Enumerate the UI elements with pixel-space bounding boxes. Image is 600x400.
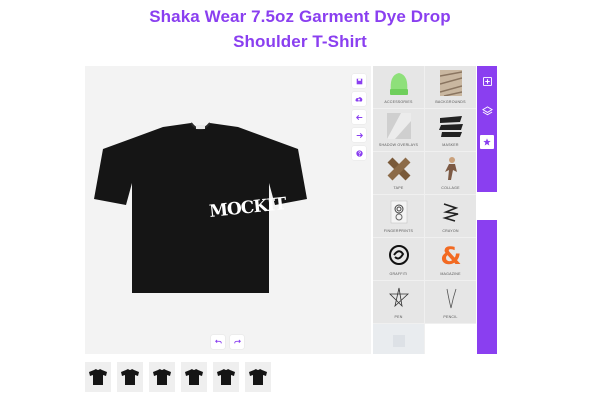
t-shirt-icon bbox=[217, 369, 235, 385]
assets-panel: ACCESSORIES BACKGROUNDS SHADOW OVERLAYS … bbox=[373, 66, 476, 354]
side-rail bbox=[477, 66, 497, 354]
t-shirt-icon bbox=[89, 369, 107, 385]
panel-empty-cell bbox=[425, 324, 476, 354]
category-tape[interactable]: TAPE bbox=[373, 152, 424, 194]
shadow-icon bbox=[386, 113, 411, 139]
graffiti-icon bbox=[388, 245, 409, 265]
category-magazine[interactable]: & MAGAZINE bbox=[425, 238, 476, 280]
move-right-button[interactable] bbox=[352, 128, 366, 142]
product-thumbnail[interactable] bbox=[245, 362, 271, 392]
upload-button[interactable] bbox=[352, 92, 366, 106]
category-label: PEN bbox=[394, 315, 403, 319]
category-graffiti[interactable]: GRAFFITI bbox=[373, 238, 424, 280]
t-shirt-icon bbox=[153, 369, 171, 385]
arrow-left-icon bbox=[355, 114, 362, 120]
redo-icon bbox=[233, 339, 241, 344]
category-label: MASKER bbox=[442, 143, 459, 147]
beanie-icon bbox=[389, 73, 408, 95]
t-shirt-icon bbox=[249, 369, 267, 385]
cloud-upload-icon bbox=[355, 96, 363, 101]
category-label: CRAYON bbox=[442, 229, 459, 233]
category-pencil[interactable]: PENCIL bbox=[425, 281, 476, 323]
add-button[interactable] bbox=[480, 74, 494, 88]
category-label: GRAFFITI bbox=[389, 272, 408, 276]
category-more[interactable] bbox=[373, 324, 424, 354]
t-shirt-icon bbox=[185, 369, 203, 385]
undo-icon bbox=[214, 339, 222, 344]
save-icon bbox=[356, 78, 362, 84]
product-title-line-2: Shoulder T-Shirt bbox=[233, 32, 367, 51]
arrow-right-icon bbox=[356, 132, 363, 138]
category-accessories[interactable]: ACCESSORIES bbox=[373, 66, 424, 108]
save-button[interactable] bbox=[352, 74, 366, 88]
category-label: FINGERPRINTS bbox=[383, 229, 414, 233]
t-shirt-icon bbox=[121, 369, 139, 385]
layers-icon bbox=[481, 105, 493, 115]
category-label: COLLAGE bbox=[441, 186, 460, 190]
help-button[interactable] bbox=[352, 146, 366, 160]
product-thumbnail[interactable] bbox=[149, 362, 175, 392]
placeholder-icon bbox=[392, 335, 405, 347]
pen-star-icon bbox=[388, 287, 409, 308]
category-label: SHADOW OVERLAYS bbox=[378, 143, 419, 147]
category-crayon[interactable]: CRAYON bbox=[425, 195, 476, 237]
product-thumbnail[interactable] bbox=[181, 362, 207, 392]
category-label: TAPE bbox=[393, 186, 404, 190]
product-thumbnails bbox=[85, 362, 271, 392]
favorites-button[interactable] bbox=[480, 135, 494, 149]
category-collage[interactable]: COLLAGE bbox=[425, 152, 476, 194]
texture-icon bbox=[439, 70, 462, 96]
undo-button[interactable] bbox=[211, 335, 225, 349]
rail-divider bbox=[477, 192, 497, 220]
ampersand-icon: & bbox=[440, 242, 461, 268]
brush-strokes-icon bbox=[438, 116, 463, 137]
fingerprint-icon bbox=[390, 200, 407, 224]
category-label: BACKGROUNDS bbox=[435, 100, 466, 104]
scribble-icon bbox=[441, 203, 458, 222]
add-icon bbox=[482, 76, 492, 86]
star-icon bbox=[483, 138, 491, 146]
product-title-line-1: Shaka Wear 7.5oz Garment Dye Drop bbox=[149, 7, 451, 26]
svg-text:&: & bbox=[440, 242, 461, 268]
product-title: Shaka Wear 7.5oz Garment Dye Drop Should… bbox=[0, 4, 600, 54]
figure-icon bbox=[444, 157, 457, 180]
product-thumbnail[interactable] bbox=[213, 362, 239, 392]
category-label: ACCESSORIES bbox=[384, 100, 413, 104]
category-fingerprints[interactable]: FINGERPRINTS bbox=[373, 195, 424, 237]
category-backgrounds[interactable]: BACKGROUNDS bbox=[425, 66, 476, 108]
product-thumbnail[interactable] bbox=[117, 362, 143, 392]
category-pen[interactable]: PEN bbox=[373, 281, 424, 323]
canvas-toolbar bbox=[352, 74, 366, 160]
help-icon bbox=[355, 149, 363, 157]
product-thumbnail[interactable] bbox=[85, 362, 111, 392]
move-left-button[interactable] bbox=[352, 110, 366, 124]
redo-button[interactable] bbox=[230, 335, 244, 349]
category-shadow-overlays[interactable]: SHADOW OVERLAYS bbox=[373, 109, 424, 151]
layers-button[interactable] bbox=[480, 104, 494, 118]
pencil-stroke-icon bbox=[446, 288, 456, 309]
tape-icon bbox=[387, 157, 410, 181]
category-label: PENCIL bbox=[443, 315, 458, 319]
history-controls bbox=[211, 335, 244, 349]
category-label: MAGAZINE bbox=[440, 272, 461, 276]
category-masker[interactable]: MASKER bbox=[425, 109, 476, 151]
design-canvas[interactable]: MOCKIT bbox=[85, 66, 371, 354]
t-shirt-mockup: MOCKIT bbox=[94, 122, 307, 293]
